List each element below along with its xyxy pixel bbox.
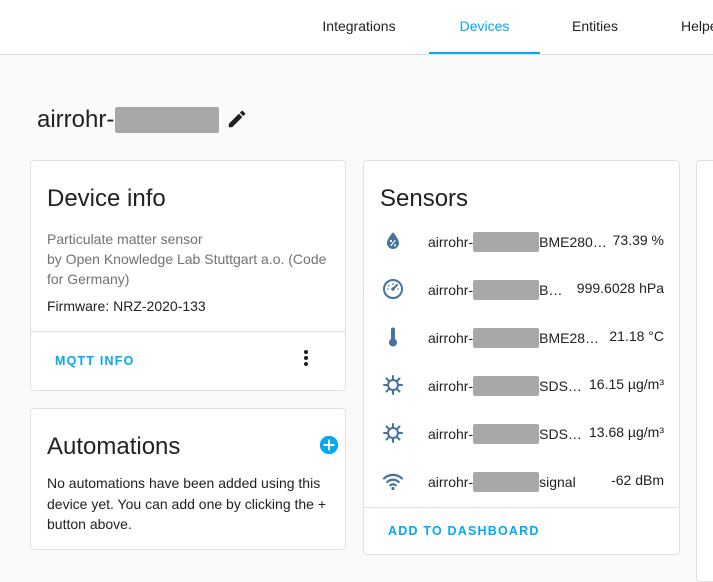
tab-devices[interactable]: Devices <box>429 0 540 54</box>
virus-icon <box>383 423 403 443</box>
sensor-name: airrohr- BME280… <box>428 232 607 252</box>
sensor-row-signal[interactable]: airrohr- signal -62 dBm <box>364 457 680 505</box>
text-line: button above. <box>47 516 132 532</box>
device-name-prefix: airrohr- <box>37 106 115 133</box>
device-info-card: Device info Particulate matter sensor by… <box>30 160 346 391</box>
add-circle-icon[interactable] <box>319 435 339 455</box>
firmware-version: Firmware: NRZ-2020-133 <box>47 298 206 314</box>
redacted-block <box>473 472 540 492</box>
sensor-name: airrohr- BME28… <box>428 328 599 348</box>
sensor-name-suffix: SDS… <box>539 378 582 394</box>
sensor-name-suffix: BME28… <box>539 330 600 346</box>
sensor-name-prefix: airrohr- <box>428 234 474 250</box>
automations-card: Automations No automations have been add… <box>30 408 346 550</box>
redacted-block <box>473 280 540 300</box>
mqtt-info-button[interactable]: MQTT INFO <box>55 354 135 368</box>
sensor-row-pm10[interactable]: airrohr- SDS… 16.15 µg/m³ <box>364 361 680 409</box>
sensor-row-pm25[interactable]: airrohr- SDS… 13.68 µg/m³ <box>364 409 680 457</box>
redacted-block <box>473 232 540 252</box>
sensor-value: 21.18 °C <box>609 328 664 344</box>
tab-entities[interactable]: Entities <box>555 0 635 54</box>
sensor-name-prefix: airrohr- <box>428 282 474 298</box>
sensor-name: airrohr- B… <box>428 280 562 300</box>
sensor-value: 13.68 µg/m³ <box>589 424 664 440</box>
sensor-value: 16.15 µg/m³ <box>589 376 664 392</box>
card-actions: ADD TO DASHBOARD <box>364 507 679 554</box>
redacted-block <box>115 107 220 133</box>
sensor-name-suffix: BME280… <box>539 234 607 250</box>
sensor-name-prefix: airrohr- <box>428 378 474 394</box>
more-vert-icon[interactable] <box>304 350 308 370</box>
sensor-name-prefix: airrohr- <box>428 330 474 346</box>
sensor-name: airrohr- SDS… <box>428 424 582 444</box>
thermometer-icon <box>389 327 397 347</box>
sensor-value: -62 dBm <box>611 472 664 488</box>
sensor-row-pressure[interactable]: airrohr- B… 999.6028 hPa <box>364 265 680 313</box>
card-actions: MQTT INFO <box>31 331 345 390</box>
sensor-value: 999.6028 hPa <box>576 280 664 296</box>
device-title: airrohr- <box>37 104 220 136</box>
offscreen-card <box>696 160 713 582</box>
sensor-name-suffix: SDS… <box>539 426 582 442</box>
sensors-card: Sensors airrohr- BME280… 73.39 % airrohr… <box>363 160 680 555</box>
virus-icon <box>383 375 403 395</box>
card-title: Automations <box>47 433 181 460</box>
redacted-block <box>473 328 540 348</box>
gauge-icon <box>383 279 403 299</box>
sensor-value: 73.39 % <box>612 232 664 248</box>
automations-empty-text: No automations have been added using thi… <box>47 473 337 535</box>
top-tab-bar: Integrations Devices Entities Helpe <box>0 0 713 55</box>
water-percent-icon <box>387 232 399 249</box>
add-to-dashboard-button[interactable]: ADD TO DASHBOARD <box>388 524 540 538</box>
wifi-icon <box>382 473 404 491</box>
sensor-name: airrohr- SDS… <box>428 376 582 396</box>
redacted-block <box>473 376 540 396</box>
sensor-name: airrohr- signal <box>428 472 576 492</box>
tab-integrations[interactable]: Integrations <box>305 0 413 54</box>
device-manufacturer-cont: for Germany) <box>47 271 130 287</box>
pencil-icon[interactable] <box>226 108 248 130</box>
text-line: No automations have been added using thi… <box>47 475 321 491</box>
card-title: Device info <box>47 185 166 212</box>
sensor-name-suffix: signal <box>539 474 576 490</box>
device-model: Particulate matter sensor <box>47 231 203 247</box>
sensor-row-humidity[interactable]: airrohr- BME280… 73.39 % <box>364 217 680 265</box>
sensor-name-suffix: B… <box>539 282 563 298</box>
device-manufacturer: by Open Knowledge Lab Stuttgart a.o. (Co… <box>47 251 327 267</box>
sensor-name-prefix: airrohr- <box>428 474 474 490</box>
sensor-name-prefix: airrohr- <box>428 426 474 442</box>
card-title: Sensors <box>380 185 469 212</box>
redacted-block <box>473 424 540 444</box>
active-tab-indicator <box>429 52 540 54</box>
sensor-row-temperature[interactable]: airrohr- BME28… 21.18 °C <box>364 313 680 361</box>
text-line: device yet. You can add one by clicking … <box>47 495 327 512</box>
tab-helpers[interactable]: Helpe <box>681 0 713 54</box>
